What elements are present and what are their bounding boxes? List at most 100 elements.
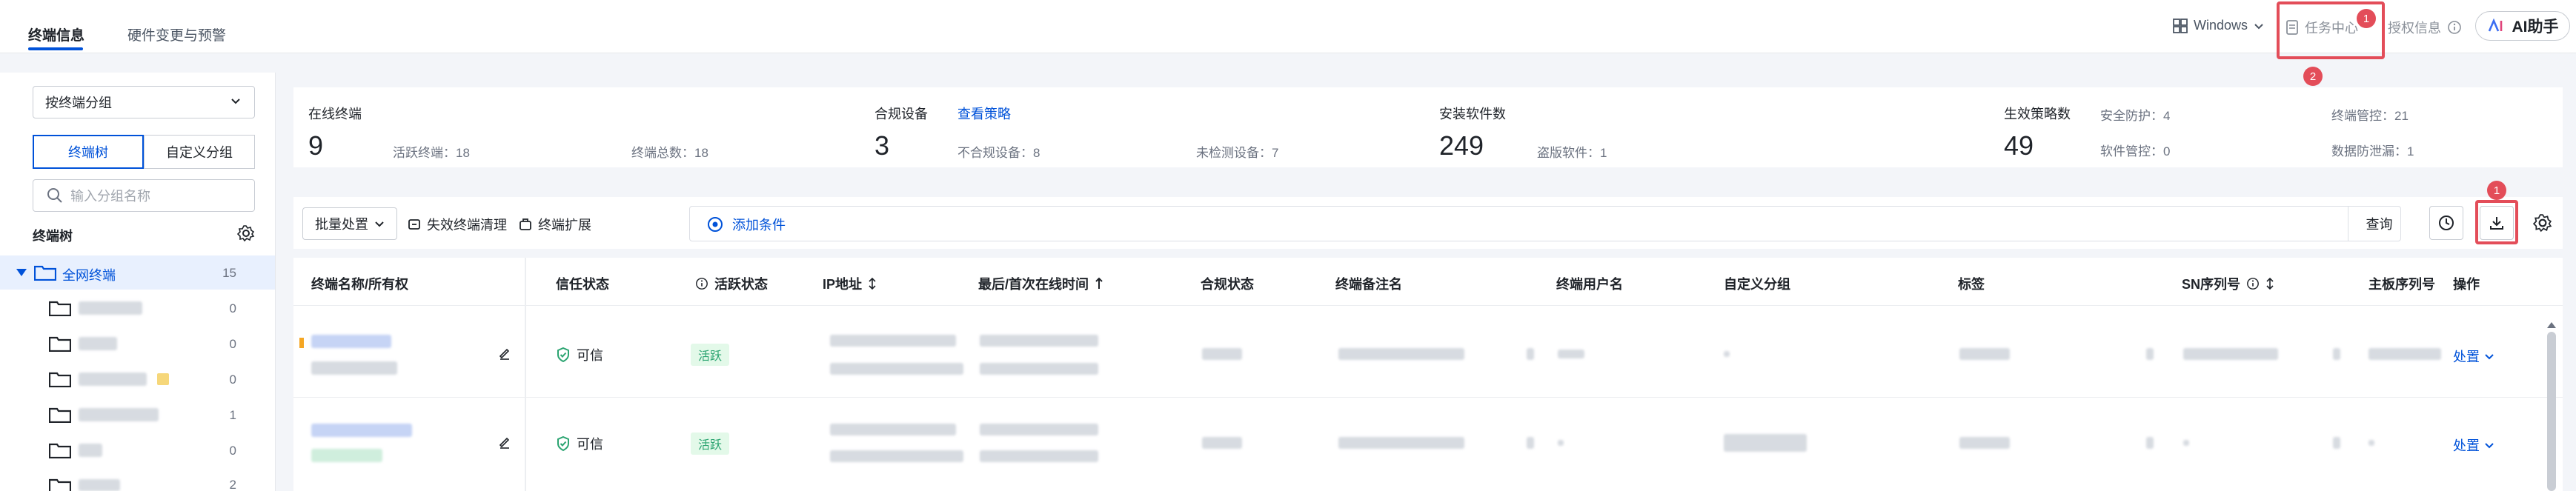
settings-button[interactable] <box>2526 206 2560 240</box>
os-select[interactable]: Windows <box>2173 18 2264 33</box>
edit-icon[interactable] <box>498 347 511 360</box>
tree-node[interactable]: 0 <box>0 291 275 325</box>
th-remark[interactable]: 终端备注名 <box>1335 274 1402 293</box>
highlight-export-button <box>2475 200 2518 244</box>
stat-security: 安全防护：4 <box>2100 109 2171 123</box>
group-search-input[interactable]: 输入分组名称 <box>33 179 255 212</box>
blurred-group-name <box>79 408 159 421</box>
clock-icon <box>2439 216 2454 230</box>
active-status: 活跃 <box>691 432 730 455</box>
auth-info-link[interactable]: 授权信息 <box>2388 18 2462 37</box>
tree-node[interactable]: 2 <box>0 469 275 491</box>
th-ip[interactable]: IP地址 <box>823 274 877 293</box>
add-condition-button[interactable]: 添加条件 <box>707 215 786 234</box>
stat-terminal-ctrl: 终端管控：21 <box>2331 109 2409 123</box>
blurred-board-sn <box>2368 440 2374 446</box>
th-custom-group[interactable]: 自定义分组 <box>1724 274 1790 293</box>
th-active[interactable]: 活跃状态 <box>695 274 768 293</box>
tree-node-root[interactable]: 全网终端 15 <box>0 255 275 290</box>
blurred-owner <box>311 361 397 375</box>
info-icon <box>2448 21 2461 34</box>
folder-icon <box>49 478 71 491</box>
stat-active-terminals: 活跃终端：18 <box>393 146 470 160</box>
row-action-label: 处置 <box>2453 350 2480 364</box>
trust-status: 可信 <box>556 434 603 453</box>
blurred-remark <box>1338 437 1464 449</box>
batch-action-button[interactable]: 批量处置 <box>302 207 397 240</box>
row-action-dropdown[interactable]: 处置 <box>2453 347 2494 366</box>
history-button[interactable] <box>2429 206 2463 240</box>
table-scrollbar[interactable] <box>2547 332 2556 491</box>
blurred-group <box>1724 351 1730 357</box>
th-ip-label: IP地址 <box>823 277 863 292</box>
trust-status-label: 可信 <box>577 348 603 363</box>
th-compliance[interactable]: 合规状态 <box>1201 274 1254 293</box>
windows-icon <box>2173 18 2188 33</box>
folder-icon <box>49 407 71 423</box>
th-user[interactable]: 终端用户名 <box>1556 274 1623 293</box>
tree-node-count: 2 <box>229 478 236 491</box>
info-icon <box>2247 278 2259 290</box>
tree-node[interactable]: 0 <box>0 327 275 361</box>
th-online-time-label: 最后/首次在线时间 <box>978 277 1089 292</box>
th-board-sn[interactable]: 主板序列号 <box>2368 274 2435 293</box>
scroll-up-icon[interactable] <box>2546 320 2557 329</box>
seg-custom-group[interactable]: 自定义分组 <box>144 135 255 169</box>
tree-node[interactable]: 0 <box>0 433 275 467</box>
blurred-time <box>980 335 1098 347</box>
folder-icon <box>49 301 71 316</box>
th-online-time[interactable]: 最后/首次在线时间 <box>978 274 1103 293</box>
ai-assistant-button[interactable]: AI助手 <box>2475 11 2570 41</box>
group-mode-select[interactable]: 按终端分组 <box>33 86 255 118</box>
expand-triangle-icon[interactable] <box>16 269 27 276</box>
stat-compliant-label: 合规设备 <box>874 107 928 121</box>
gear-icon[interactable] <box>237 224 255 242</box>
blurred-terminal-name <box>311 335 391 348</box>
sort-icon[interactable] <box>868 277 877 290</box>
view-policy-link[interactable]: 查看策略 <box>957 104 1011 123</box>
search-icon <box>47 188 62 203</box>
filter-condition-box[interactable] <box>689 206 2401 241</box>
terminal-expand-button[interactable]: 终端扩展 <box>519 215 591 234</box>
invalid-terminal-clean-button[interactable]: 失效终端清理 <box>408 215 507 234</box>
stat-policy-label: 生效策略数 <box>2004 107 2071 121</box>
sort-icon[interactable] <box>2265 277 2274 290</box>
sort-up-icon[interactable] <box>1095 277 1103 290</box>
folder-icon <box>49 443 71 458</box>
shield-check-icon <box>557 435 569 452</box>
header-divider <box>293 305 2563 306</box>
th-trust[interactable]: 信任状态 <box>556 274 609 293</box>
stat-compliant-value: 3 <box>874 130 890 161</box>
blurred-time <box>980 363 1098 375</box>
column-divider <box>525 258 526 491</box>
blurred-icon <box>2333 437 2340 449</box>
query-button[interactable]: 查询 <box>2348 206 2410 241</box>
blurred-compliance <box>1202 348 1242 360</box>
blurred-icon <box>1527 437 1534 449</box>
th-tags[interactable]: 标签 <box>1958 274 1985 293</box>
th-sn-label: SN序列号 <box>2182 277 2241 292</box>
add-condition-label: 添加条件 <box>732 218 786 233</box>
chevron-down-icon <box>2485 443 2494 449</box>
tab-terminal-info[interactable]: 终端信息 <box>28 24 84 44</box>
stat-noncompliant: 不合规设备：8 <box>957 146 1040 160</box>
blurred-group-name <box>79 337 117 350</box>
tree-node[interactable]: 1 <box>0 398 275 432</box>
blurred-remark <box>1338 348 1464 360</box>
invalid-terminal-clean-label: 失效终端清理 <box>427 218 507 233</box>
edit-icon[interactable] <box>498 435 511 449</box>
chevron-down-icon <box>2254 23 2263 29</box>
stat-total-terminals: 终端总数：18 <box>631 146 708 160</box>
row-action-dropdown[interactable]: 处置 <box>2453 435 2494 455</box>
blurred-ip <box>830 424 956 435</box>
tree-node-count: 0 <box>229 373 236 387</box>
th-name-owner[interactable]: 终端名称/所有权 <box>311 274 408 293</box>
th-sn[interactable]: SN序列号 <box>2182 274 2274 293</box>
tree-node[interactable]: 0 <box>0 362 275 396</box>
tree-node-count: 0 <box>229 301 236 315</box>
blurred-ip <box>830 450 963 462</box>
blurred-board-sn <box>2368 348 2441 360</box>
blurred-group-name <box>79 301 142 315</box>
seg-terminal-tree[interactable]: 终端树 <box>33 135 144 169</box>
tab-hardware-change[interactable]: 硬件变更与预警 <box>127 24 226 44</box>
